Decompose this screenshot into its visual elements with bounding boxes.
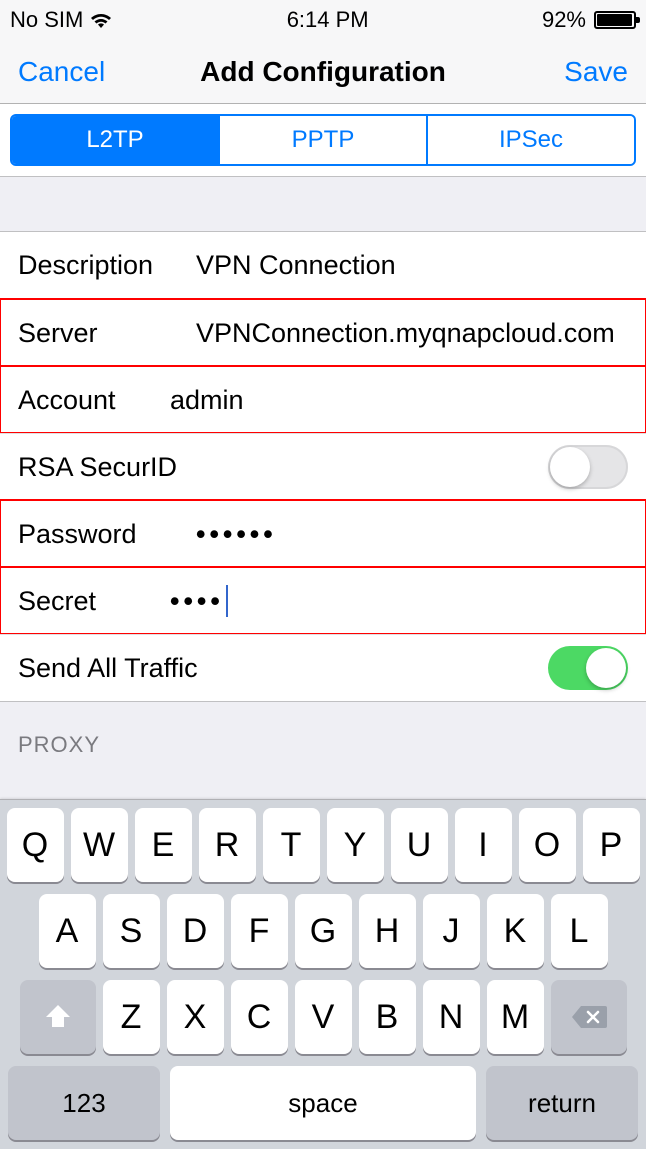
key-p[interactable]: P bbox=[583, 808, 640, 882]
description-label: Description bbox=[18, 250, 196, 281]
tab-ipsec[interactable]: IPSec bbox=[426, 116, 634, 164]
key-a[interactable]: A bbox=[39, 894, 96, 968]
wifi-icon bbox=[89, 11, 113, 29]
tab-pptp[interactable]: PPTP bbox=[218, 116, 426, 164]
battery-icon bbox=[594, 11, 636, 29]
carrier-text: No SIM bbox=[10, 7, 83, 33]
row-secret[interactable]: Secret •••• bbox=[0, 567, 646, 634]
key-e[interactable]: E bbox=[135, 808, 192, 882]
vpn-type-tabs: L2TP PPTP IPSec bbox=[10, 114, 636, 166]
key-v[interactable]: V bbox=[295, 980, 352, 1054]
key-y[interactable]: Y bbox=[327, 808, 384, 882]
key-d[interactable]: D bbox=[167, 894, 224, 968]
proxy-section-header: PROXY bbox=[0, 702, 646, 766]
row-description[interactable]: Description VPN Connection bbox=[0, 232, 646, 299]
row-server[interactable]: Server VPNConnection.myqnapcloud.com bbox=[0, 299, 646, 366]
key-k[interactable]: K bbox=[487, 894, 544, 968]
tab-l2tp[interactable]: L2TP bbox=[12, 116, 218, 164]
row-password[interactable]: Password •••••• bbox=[0, 500, 646, 567]
key-i[interactable]: I bbox=[455, 808, 512, 882]
key-h[interactable]: H bbox=[359, 894, 416, 968]
account-label: Account bbox=[18, 385, 170, 416]
send-all-traffic-label: Send All Traffic bbox=[18, 653, 198, 684]
key-s[interactable]: S bbox=[103, 894, 160, 968]
save-button[interactable]: Save bbox=[528, 56, 628, 88]
cancel-button[interactable]: Cancel bbox=[18, 56, 118, 88]
password-value[interactable]: •••••• bbox=[196, 519, 628, 550]
send-all-traffic-toggle[interactable] bbox=[548, 646, 628, 690]
rsa-securid-toggle[interactable] bbox=[548, 445, 628, 489]
backspace-key[interactable] bbox=[551, 980, 627, 1054]
row-rsa-securid: RSA SecurID bbox=[0, 433, 646, 500]
key-o[interactable]: O bbox=[519, 808, 576, 882]
description-value[interactable]: VPN Connection bbox=[196, 250, 628, 281]
page-title: Add Configuration bbox=[118, 56, 528, 88]
status-bar: No SIM 6:14 PM 92% bbox=[0, 0, 646, 40]
backspace-icon bbox=[571, 1004, 607, 1030]
clock-text: 6:14 PM bbox=[287, 7, 369, 33]
key-c[interactable]: C bbox=[231, 980, 288, 1054]
return-key[interactable]: return bbox=[486, 1066, 638, 1140]
key-q[interactable]: Q bbox=[7, 808, 64, 882]
secret-value[interactable]: •••• bbox=[170, 585, 628, 617]
server-label: Server bbox=[18, 318, 196, 349]
row-send-all-traffic: Send All Traffic bbox=[0, 634, 646, 701]
rsa-securid-label: RSA SecurID bbox=[18, 452, 177, 483]
text-cursor bbox=[226, 585, 228, 617]
key-m[interactable]: M bbox=[487, 980, 544, 1054]
keyboard: QWERTYUIOP ASDFGHJKL ZXCVBNM 123 space r… bbox=[0, 799, 646, 1149]
key-j[interactable]: J bbox=[423, 894, 480, 968]
key-w[interactable]: W bbox=[71, 808, 128, 882]
battery-percent-text: 92% bbox=[542, 7, 586, 33]
key-g[interactable]: G bbox=[295, 894, 352, 968]
shift-key[interactable] bbox=[20, 980, 96, 1054]
key-l[interactable]: L bbox=[551, 894, 608, 968]
key-b[interactable]: B bbox=[359, 980, 416, 1054]
server-value[interactable]: VPNConnection.myqnapcloud.com bbox=[196, 318, 628, 349]
shift-icon bbox=[43, 1002, 73, 1032]
secret-label: Secret bbox=[18, 586, 170, 617]
key-z[interactable]: Z bbox=[103, 980, 160, 1054]
key-f[interactable]: F bbox=[231, 894, 288, 968]
key-t[interactable]: T bbox=[263, 808, 320, 882]
nav-bar: Cancel Add Configuration Save bbox=[0, 40, 646, 104]
account-value[interactable]: admin bbox=[170, 385, 628, 416]
password-label: Password bbox=[18, 519, 196, 550]
key-u[interactable]: U bbox=[391, 808, 448, 882]
key-x[interactable]: X bbox=[167, 980, 224, 1054]
vpn-form: Description VPN Connection Server VPNCon… bbox=[0, 231, 646, 702]
number-key[interactable]: 123 bbox=[8, 1066, 160, 1140]
key-r[interactable]: R bbox=[199, 808, 256, 882]
row-account[interactable]: Account admin bbox=[0, 366, 646, 433]
space-key[interactable]: space bbox=[170, 1066, 476, 1140]
key-n[interactable]: N bbox=[423, 980, 480, 1054]
